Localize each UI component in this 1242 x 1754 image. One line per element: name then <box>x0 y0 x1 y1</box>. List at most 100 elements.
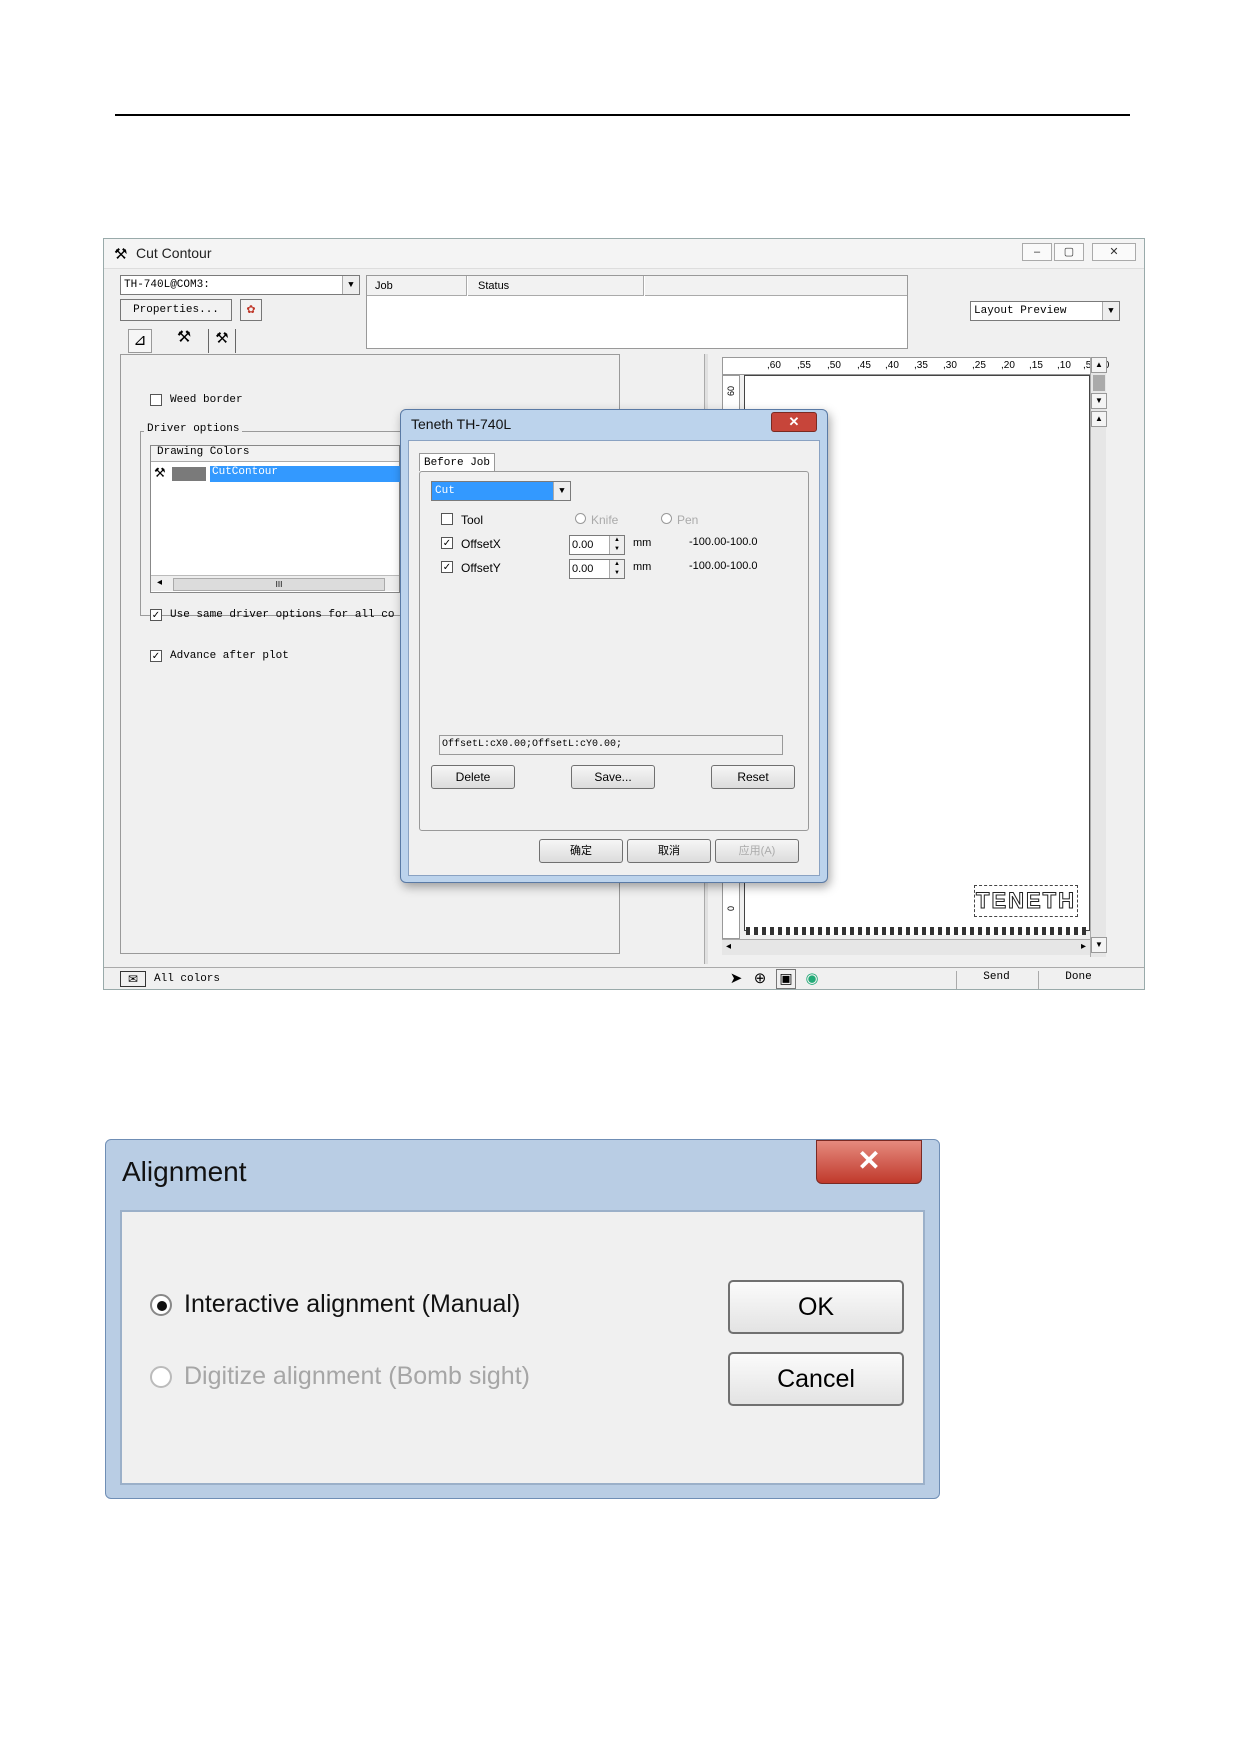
ruler-tick: ,25 <box>972 360 986 371</box>
knife-label: Knife <box>591 513 619 527</box>
apply-button[interactable]: 应用(A) <box>715 839 799 863</box>
spin-arrows-icon[interactable]: ▲ ▼ <box>609 536 624 554</box>
preview-horizontal-scrollbar[interactable]: ◂ ▸ <box>722 939 1090 955</box>
layout-preview-value: Layout Preview <box>974 305 1067 317</box>
ruler-tick: ,55 <box>797 360 811 371</box>
ruler-tick: ,30 <box>943 360 957 371</box>
title-bar: ⚒ Cut Contour – ▢ ✕ <box>104 239 1144 269</box>
ruler-tick: ,60 <box>767 360 781 371</box>
send-button[interactable]: Send <box>956 971 1036 989</box>
tool-label: Tool <box>461 513 484 527</box>
close-icon[interactable]: ✕ <box>771 412 817 432</box>
ok-button[interactable]: 确定 <box>539 839 623 863</box>
command-text-field[interactable]: OffsetL:cX0.00;OffsetL:cY0.00; <box>439 735 783 755</box>
zoom-in-icon[interactable]: ⊕ <box>750 969 770 989</box>
scroll-up-icon[interactable]: ▲ <box>1091 357 1107 373</box>
manual-alignment-radio[interactable] <box>150 1294 172 1316</box>
offsety-input[interactable]: 0.00 ▲ ▼ <box>569 559 625 579</box>
vertical-scrollbar[interactable]: ▲ ▼ ▲ ▼ <box>1090 357 1107 957</box>
ruler-tick: ,10 <box>1057 360 1071 371</box>
minimize-button[interactable]: – <box>1022 243 1052 261</box>
drawing-colors-header: Drawing Colors <box>151 446 399 462</box>
status-column-header[interactable]: Status <box>468 276 644 296</box>
envelope-icon: ✉ <box>120 971 146 987</box>
ok-button[interactable]: OK <box>728 1280 904 1334</box>
spin-arrows-icon[interactable]: ▲ ▼ <box>609 560 624 578</box>
pointer-icon[interactable]: ➤ <box>726 969 746 989</box>
page-tab-icon[interactable]: ⊿ <box>128 329 152 353</box>
advance-after-plot-checkbox[interactable]: ✓ <box>150 650 162 662</box>
digitize-alignment-radio[interactable] <box>150 1366 172 1388</box>
ruler-tick: ,20 <box>1001 360 1015 371</box>
all-colors-label: All colors <box>154 973 221 985</box>
done-button[interactable]: Done <box>1038 971 1118 989</box>
cutter-tab-icon[interactable]: ⚒ <box>170 327 198 353</box>
reset-button[interactable]: Reset <box>711 765 795 789</box>
scroll-thumb[interactable]: III <box>173 578 385 591</box>
offsetx-label: OffsetX <box>461 537 501 551</box>
color-list-item[interactable]: CutContour <box>210 466 400 482</box>
scroll-right-icon[interactable]: ▸ <box>1081 941 1086 952</box>
offsetx-checkbox[interactable]: ✓ <box>441 537 453 549</box>
chevron-down-icon: ▼ <box>553 482 570 500</box>
printer-select[interactable]: TH-740L@COM3: ▼ <box>120 275 360 295</box>
weed-border-checkbox[interactable] <box>150 394 162 406</box>
media-edge-marks <box>746 927 1086 935</box>
alignment-dialog: Alignment ✕ Interactive alignment (Manua… <box>105 1139 940 1499</box>
properties-button[interactable]: Properties... <box>120 299 232 321</box>
offsety-checkbox[interactable]: ✓ <box>441 561 453 573</box>
layout-preview-select[interactable]: Layout Preview ▼ <box>970 301 1120 321</box>
radio-selected-dot <box>157 1301 167 1311</box>
cancel-button[interactable]: Cancel <box>728 1352 904 1406</box>
empty-column-header <box>645 276 907 296</box>
scroll-left-icon[interactable]: ◂ <box>726 941 731 952</box>
offsetx-range: -100.00-100.0 <box>689 536 758 548</box>
window-title: Cut Contour <box>136 245 212 261</box>
driver-options-label: Driver options <box>144 423 243 435</box>
close-button[interactable]: ✕ <box>1092 243 1136 261</box>
alignment-title: Alignment <box>122 1156 247 1187</box>
scroll-up-icon[interactable]: ▲ <box>1091 411 1107 427</box>
manual-alignment-label[interactable]: Interactive alignment (Manual) <box>184 1290 520 1319</box>
dialog-title: Teneth TH-740L <box>411 416 512 432</box>
cut-contour-window: ⚒ Cut Contour – ▢ ✕ TH-740L@COM3: ▼ Prop… <box>103 238 1145 990</box>
offsety-value: 0.00 <box>572 563 594 575</box>
advance-after-plot-label: Advance after plot <box>170 650 289 662</box>
offsetx-value: 0.00 <box>572 539 594 551</box>
mode-select[interactable]: Cut ▼ <box>431 481 571 501</box>
teneth-dialog: Teneth TH-740L ✕ Before Job Cut ▼ Tool K… <box>400 409 828 883</box>
tab-before-job[interactable]: Before Job <box>419 453 495 471</box>
digitize-alignment-label[interactable]: Digitize alignment (Bomb sight) <box>184 1362 530 1391</box>
job-column-header[interactable]: Job <box>367 276 467 296</box>
maximize-button[interactable]: ▢ <box>1054 243 1084 261</box>
cancel-button[interactable]: 取消 <box>627 839 711 863</box>
knife-radio[interactable] <box>575 513 586 524</box>
page-top-rule <box>115 114 1130 116</box>
printer-select-value: TH-740L@COM3: <box>124 279 210 291</box>
cut-preview-shape[interactable]: TENETH <box>974 885 1078 917</box>
scroll-thumb[interactable] <box>1093 375 1105 391</box>
chevron-down-icon: ▼ <box>1102 302 1119 320</box>
same-driver-checkbox[interactable]: ✓ <box>150 609 162 621</box>
scroll-down-icon[interactable]: ▼ <box>1091 393 1107 409</box>
color-palette-icon[interactable]: ✿ <box>240 299 262 321</box>
save-button[interactable]: Save... <box>571 765 655 789</box>
image-icon[interactable]: ▣ <box>776 969 796 989</box>
ruler-tick-bottom: 0 <box>726 906 736 912</box>
chevron-down-icon: ▼ <box>342 276 359 294</box>
offsetx-input[interactable]: 0.00 ▲ ▼ <box>569 535 625 555</box>
tool-checkbox[interactable] <box>441 513 453 525</box>
delete-button[interactable]: Delete <box>431 765 515 789</box>
close-icon[interactable]: ✕ <box>816 1140 922 1184</box>
cutter-add-tab-icon[interactable]: ⚒ <box>208 329 236 353</box>
horizontal-scrollbar[interactable]: ◂ III <box>151 575 399 591</box>
same-driver-label: Use same driver options for all co <box>170 609 395 621</box>
pen-radio[interactable] <box>661 513 672 524</box>
color-swatch <box>172 467 206 481</box>
scroll-down-icon[interactable]: ▼ <box>1091 937 1107 953</box>
ruler-tick: 60 <box>726 386 736 397</box>
offsety-range: -100.00-100.0 <box>689 560 758 572</box>
offsety-unit: mm <box>633 561 652 573</box>
zoom-fit-icon[interactable]: ◉ <box>802 969 822 989</box>
pen-label: Pen <box>677 513 699 527</box>
